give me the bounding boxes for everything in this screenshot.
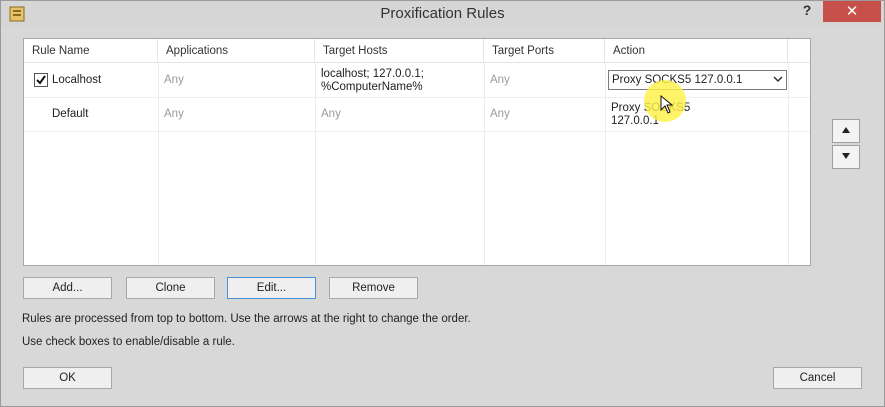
column-divider bbox=[158, 62, 159, 265]
rule-target-hosts-line2: %ComputerName% bbox=[321, 81, 423, 93]
column-header-applications[interactable]: Applications bbox=[158, 39, 315, 62]
column-header-action[interactable]: Action bbox=[605, 39, 788, 62]
rules-table: Rule Name Applications Target Hosts Targ… bbox=[23, 38, 811, 266]
rule-target-hosts: Any bbox=[321, 108, 341, 120]
row-divider bbox=[24, 97, 810, 98]
window-title: Proxification Rules bbox=[380, 5, 505, 22]
rule-target-ports: Any bbox=[490, 74, 510, 86]
rule-name[interactable]: Localhost bbox=[52, 74, 101, 86]
column-header-rule-name[interactable]: Rule Name bbox=[24, 39, 158, 62]
rule-name[interactable]: Default bbox=[52, 108, 88, 120]
column-divider bbox=[788, 62, 789, 265]
column-divider bbox=[315, 62, 316, 265]
add-button[interactable]: Add... bbox=[23, 277, 112, 299]
cancel-button[interactable]: Cancel bbox=[773, 367, 862, 389]
clone-button[interactable]: Clone bbox=[126, 277, 215, 299]
remove-button[interactable]: Remove bbox=[329, 277, 418, 299]
chevron-down-icon[interactable] bbox=[773, 75, 783, 86]
rule-target-hosts-line1: localhost; 127.0.0.1; bbox=[321, 68, 424, 80]
triangle-up-icon bbox=[842, 127, 850, 133]
move-down-button[interactable] bbox=[832, 145, 860, 169]
close-button[interactable]: ✕ bbox=[823, 1, 881, 22]
column-divider bbox=[484, 62, 485, 265]
move-up-button[interactable] bbox=[832, 119, 860, 143]
column-header-target-ports[interactable]: Target Ports bbox=[484, 39, 605, 62]
rule-enabled-checkbox[interactable] bbox=[34, 73, 48, 87]
ok-button[interactable]: OK bbox=[23, 367, 112, 389]
rule-target-ports: Any bbox=[490, 108, 510, 120]
action-dropdown[interactable]: Proxy SOCKS5 127.0.0.1 bbox=[608, 70, 787, 90]
column-header-target-hosts[interactable]: Target Hosts bbox=[315, 39, 484, 62]
checkmark-icon bbox=[36, 75, 46, 85]
row-divider bbox=[24, 131, 810, 132]
mouse-pointer-icon bbox=[660, 95, 674, 114]
info-text-order: Rules are processed from top to bottom. … bbox=[22, 313, 471, 325]
title-bar: Proxification Rules ? ✕ bbox=[1, 1, 884, 28]
rule-applications: Any bbox=[164, 108, 184, 120]
info-text-checkboxes: Use check boxes to enable/disable a rule… bbox=[22, 336, 235, 348]
triangle-down-icon bbox=[842, 153, 850, 159]
proxification-rules-dialog: Proxification Rules ? ✕ Rule Name Applic… bbox=[0, 0, 885, 407]
edit-button[interactable]: Edit... bbox=[227, 277, 316, 299]
rule-applications: Any bbox=[164, 74, 184, 86]
header-divider bbox=[24, 62, 810, 63]
column-divider bbox=[605, 62, 606, 265]
help-button[interactable]: ? bbox=[798, 2, 816, 20]
